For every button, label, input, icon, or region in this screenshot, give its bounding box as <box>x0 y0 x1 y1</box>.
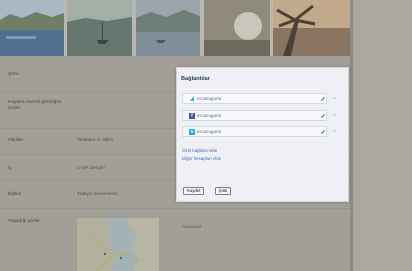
edit-pencil-icon[interactable] <box>320 96 326 102</box>
account-username: ercanugurlu <box>197 96 222 101</box>
page-right-margin <box>350 0 412 271</box>
cancel-button[interactable]: İptal <box>215 187 232 195</box>
field-label-places: Yaşadığı yerler <box>8 219 40 224</box>
edit-pencil-icon[interactable] <box>320 113 326 119</box>
remove-account-button[interactable]: × <box>333 96 336 102</box>
add-custom-link[interactable]: Özel bağlantı ekle <box>182 148 217 153</box>
add-other-accounts-link[interactable]: Diğer hesapları ekle <box>182 156 221 161</box>
field-label-city: Şehir <box>8 72 20 77</box>
places-map[interactable] <box>77 218 159 271</box>
field-value-work[interactable]: CHIP Dergisi <box>77 166 105 172</box>
photo-thumbnail[interactable] <box>136 0 200 56</box>
field-label-schools: Okullar <box>8 138 24 143</box>
connections-dialog: Bağlantılar ◢ ercanugurlu × f ercanugurl… <box>176 67 349 202</box>
field-label-education: Eğitim <box>8 192 22 197</box>
field-value-education[interactable]: Trakya Üniversitesi <box>77 192 118 198</box>
field-label-values: Hayatta önemli gördüğün şeyler <box>8 100 62 111</box>
photo-thumbnail[interactable] <box>0 0 64 56</box>
dialog-title: Bağlantılar <box>181 76 210 82</box>
photo-thumbnail[interactable] <box>67 0 132 56</box>
photo-thumbnail[interactable] <box>204 0 270 56</box>
row-divider <box>0 208 350 209</box>
field-label-work: İş <box>8 166 12 171</box>
skype-icon: s <box>189 129 195 135</box>
account-username: ercanugurlu <box>197 129 222 134</box>
facebook-icon: f <box>189 113 195 119</box>
twitter-icon: ◢ <box>190 96 194 102</box>
edit-pencil-icon[interactable] <box>320 129 326 135</box>
field-value-schools[interactable]: Yeditepe Ü. Bilim <box>77 138 113 144</box>
account-row-skype: s ercanugurlu <box>182 126 327 137</box>
account-username: ercanugurlu <box>197 113 222 118</box>
map-hint: Ana karar <box>182 224 202 229</box>
save-button[interactable]: Kaydet <box>183 187 205 195</box>
account-row-twitter: ◢ ercanugurlu <box>182 93 327 104</box>
remove-account-button[interactable]: × <box>333 113 336 119</box>
photo-thumbnail[interactable] <box>273 0 350 56</box>
remove-account-button[interactable]: × <box>333 129 336 135</box>
account-row-facebook: f ercanugurlu <box>182 110 327 121</box>
